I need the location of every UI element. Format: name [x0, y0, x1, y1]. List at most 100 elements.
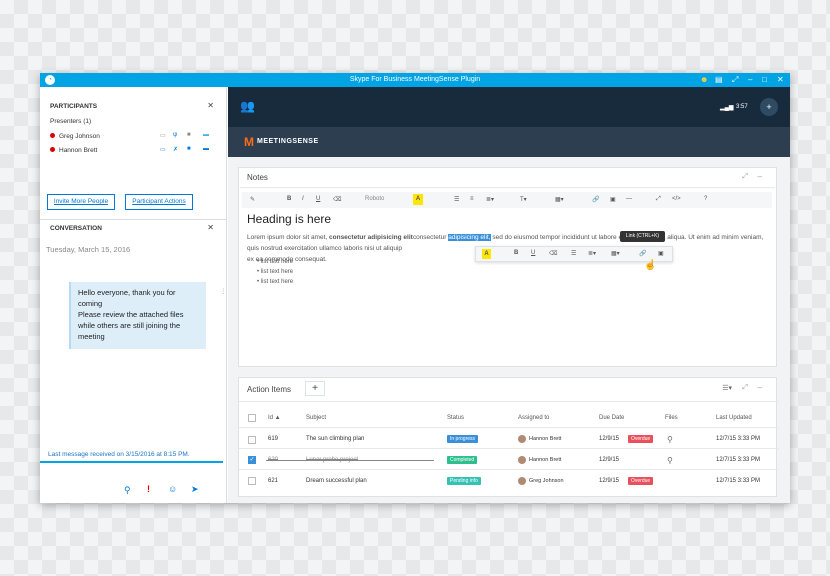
overdue-badge: Overdue: [628, 435, 654, 443]
brand-bar: M MEETINGSENSE: [228, 127, 790, 157]
expand-icon[interactable]: ⤢: [732, 73, 738, 87]
chat-icon[interactable]: ▭: [160, 132, 166, 139]
row-due: 12/9/15: [599, 457, 620, 463]
para-text: Lorem ipsum dolor sit amet,: [247, 234, 328, 241]
col-header[interactable]: Status: [447, 415, 464, 421]
participant-actions-button[interactable]: Participant Actions: [125, 194, 193, 210]
bold-button[interactable]: B: [287, 196, 291, 202]
maximize-button[interactable]: □: [762, 73, 767, 87]
close-conversation-icon[interactable]: ✕: [207, 223, 214, 232]
row-checkbox[interactable]: [248, 436, 256, 444]
row-id: 619: [268, 436, 279, 442]
bullet-list-icon[interactable]: ☰: [454, 196, 459, 203]
video-icon[interactable]: ■: [187, 132, 191, 138]
participant-name: Greg Johnson: [59, 133, 100, 140]
align-icon[interactable]: ≣▾: [486, 196, 494, 203]
list-item: • list text here: [257, 269, 294, 275]
attach-icon[interactable]: ⚲: [124, 485, 131, 496]
editor-toolbar: ✎ B I U ⌫ Roboto A ☰ ≡ ≣▾ T▾ ▦▾ 🔗 ▣ — ⤢ …: [242, 192, 772, 208]
eraser-icon[interactable]: ⌫: [549, 250, 557, 257]
video-icon[interactable]: ■: [187, 146, 191, 152]
image-icon[interactable]: ▣: [658, 250, 664, 257]
row-updated: 12/7/15 3:33 PM: [716, 436, 761, 442]
highlight-icon[interactable]: A: [482, 249, 491, 259]
chat-icon[interactable]: ▭: [160, 146, 166, 153]
top-bar: 👥 ▂▄▆ 3:57 +: [228, 87, 790, 127]
participant-row[interactable]: Greg Johnson: [50, 133, 100, 140]
link-icon[interactable]: 🔗: [592, 196, 599, 203]
col-header[interactable]: Subject: [306, 415, 326, 421]
help-icon[interactable]: ?: [704, 196, 707, 202]
collapse-icon[interactable]: –: [758, 383, 762, 392]
pen-icon[interactable]: ✎: [250, 196, 255, 203]
minimize-button[interactable]: –: [748, 73, 752, 87]
image-icon[interactable]: ▣: [610, 196, 616, 203]
add-user-button[interactable]: +: [760, 98, 778, 116]
divider: [240, 187, 775, 188]
expand-icon[interactable]: ⤢: [742, 384, 748, 392]
row-checkbox[interactable]: [248, 477, 256, 485]
row-subject[interactable]: The sun climbing plan: [306, 436, 364, 442]
hr-icon[interactable]: —: [626, 196, 632, 202]
para-bold: consectetur adipisicing elit: [329, 234, 413, 241]
send-icon[interactable]: ➤: [191, 484, 199, 495]
close-participants-icon[interactable]: ✕: [207, 101, 214, 110]
status-dot-icon: [50, 147, 55, 152]
cursor-hand-icon: ☝: [644, 260, 657, 271]
important-icon[interactable]: !: [147, 484, 150, 494]
message-line: Hello everyone, thank you for coming: [78, 288, 176, 308]
screen-icon[interactable]: ▬: [203, 146, 209, 152]
participant-row[interactable]: Hannon Brett: [50, 147, 97, 154]
invite-more-people-button[interactable]: Invite More People: [47, 194, 115, 210]
table-icon[interactable]: ▦▾: [611, 250, 620, 257]
row-subject[interactable]: Dream successful plan: [306, 478, 367, 484]
layout-icon[interactable]: ▤: [715, 73, 723, 87]
bullet-list-icon[interactable]: ☰: [571, 250, 576, 257]
row-due: 12/9/15: [599, 478, 620, 484]
italic-button[interactable]: I: [302, 196, 304, 202]
screen-icon[interactable]: ▬: [203, 132, 209, 138]
view-options-icon[interactable]: ☰▾: [722, 384, 732, 392]
add-action-item-button[interactable]: +: [305, 381, 325, 396]
close-button[interactable]: ✕: [777, 73, 784, 87]
font-select[interactable]: Roboto: [365, 196, 384, 202]
code-icon[interactable]: </>: [672, 196, 681, 202]
strikethrough-line: [266, 460, 434, 461]
fullscreen-icon[interactable]: ⤢: [656, 196, 661, 203]
group-icon[interactable]: 👥: [240, 99, 255, 113]
col-header[interactable]: Last Updated: [716, 415, 752, 421]
align-icon[interactable]: ≣▾: [588, 250, 596, 257]
row-assigned: Greg Johnson: [529, 478, 564, 484]
emoji-icon[interactable]: ☺: [168, 484, 177, 494]
bold-button[interactable]: B: [514, 250, 518, 256]
col-header[interactable]: Files: [665, 415, 678, 421]
attachment-icon[interactable]: ⚲: [667, 435, 673, 444]
attachment-icon[interactable]: ⚲: [667, 456, 673, 465]
divider: [40, 219, 227, 220]
mic-icon[interactable]: ψ: [173, 132, 177, 138]
row-checkbox[interactable]: ✓: [248, 456, 256, 464]
avatar: [518, 456, 526, 464]
numbered-list-icon[interactable]: ≡: [470, 196, 474, 202]
emoji-icon[interactable]: ☻: [700, 73, 708, 87]
underline-button[interactable]: U: [316, 196, 320, 202]
col-header[interactable]: Assigned to: [518, 415, 549, 421]
text-size-icon[interactable]: T▾: [520, 196, 527, 203]
collapse-icon[interactable]: –: [758, 172, 762, 181]
notes-heading[interactable]: Heading is here: [247, 212, 331, 226]
col-header[interactable]: Id ▲: [268, 415, 281, 421]
notes-list[interactable]: • list text here • list text here • list…: [257, 257, 293, 287]
eraser-icon[interactable]: ⌫: [333, 196, 341, 203]
mic-muted-icon[interactable]: ✗: [173, 146, 178, 153]
row-updated: 12/7/15 3:33 PM: [716, 478, 761, 484]
col-header[interactable]: Due Date: [599, 415, 624, 421]
table-icon[interactable]: ▦▾: [555, 196, 564, 203]
expand-icon[interactable]: ⤢: [742, 173, 748, 181]
select-all-checkbox[interactable]: [248, 414, 256, 422]
resize-handle-icon[interactable]: ⋮: [220, 287, 227, 295]
signal-icon: ▂▄▆: [720, 105, 734, 111]
link-icon[interactable]: 🔗: [639, 250, 646, 257]
highlight-icon[interactable]: A: [413, 194, 423, 205]
para-text: consectetur: [412, 234, 447, 241]
underline-button[interactable]: U: [531, 250, 535, 256]
